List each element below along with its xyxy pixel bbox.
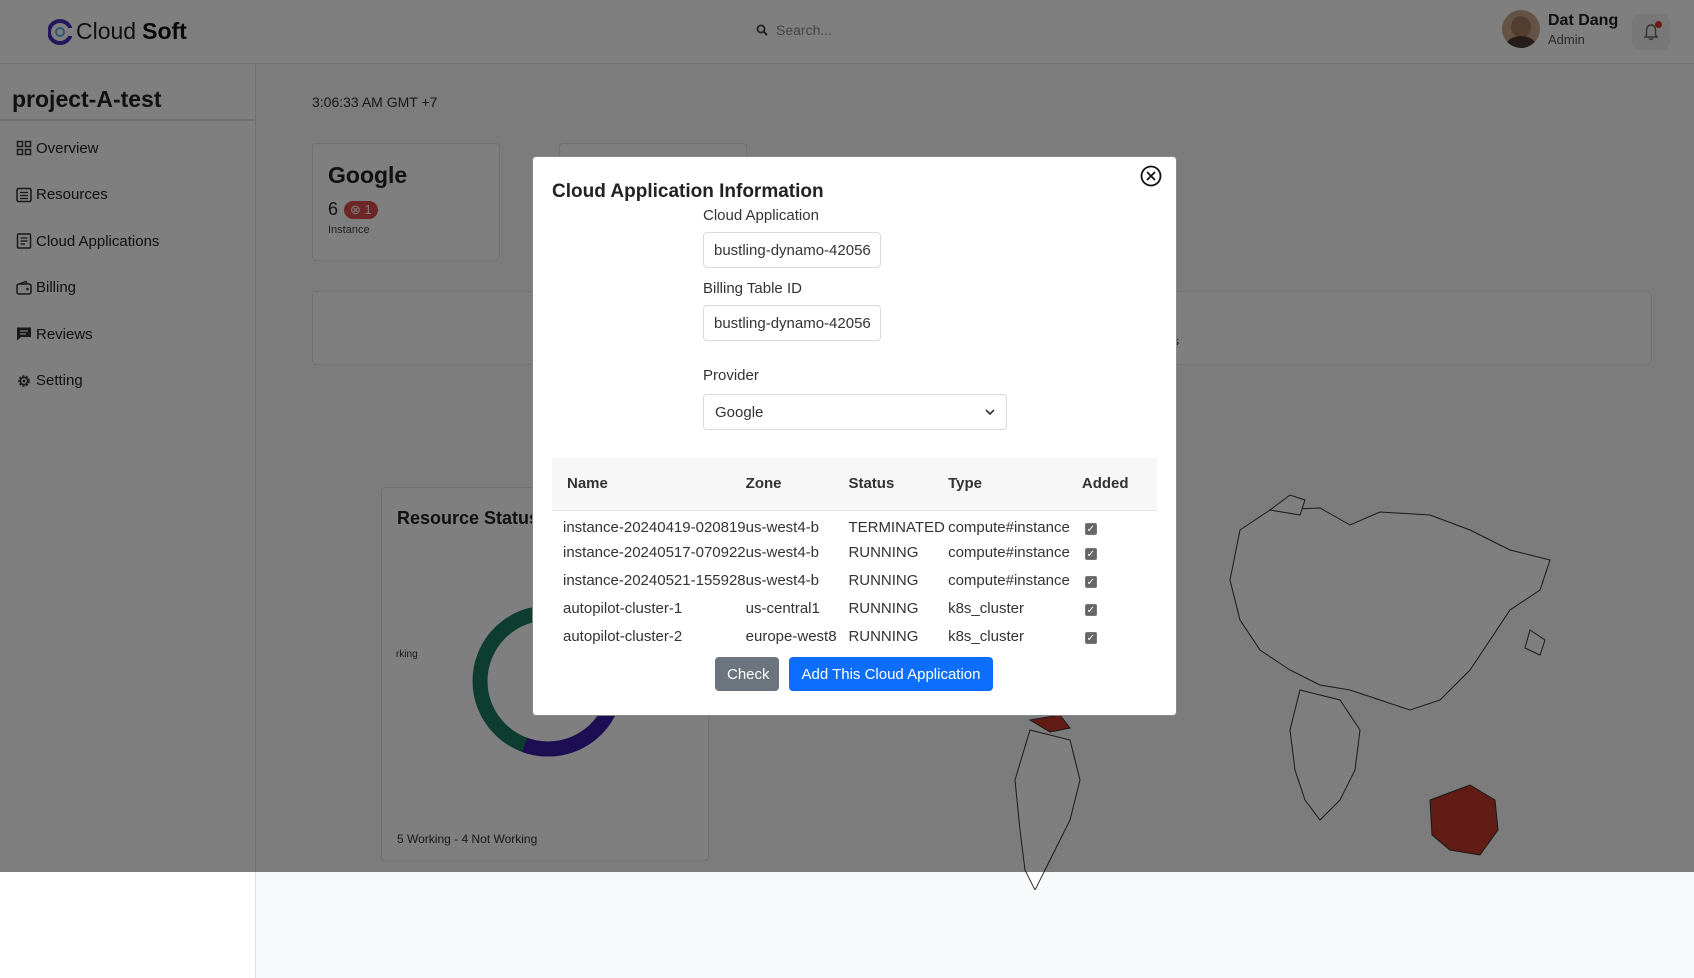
table-header-row: Name Zone Status Type Added [552,458,1157,511]
cloud-app-input[interactable] [703,232,881,268]
check-button[interactable]: Check [715,657,779,691]
col-header-added: Added [1081,458,1157,511]
cell-name: instance-20240419-020819 [563,518,746,536]
add-cloud-application-button[interactable]: Add This Cloud Application [789,657,993,691]
table-row: instance-20240517-070922 us-west4-b RUNN… [552,538,1157,566]
cell-status: RUNNING [848,543,919,561]
cell-zone: us-central1 [745,599,820,617]
added-checkbox[interactable]: ✓ [1084,575,1097,588]
cell-zone: us-west4-b [745,571,820,589]
cell-zone: us-west4-b [745,543,820,561]
billing-table-label: Billing Table ID [703,280,802,297]
cell-type: compute#instance [948,571,1070,589]
modal-title: Cloud Application Information [552,181,824,202]
cloud-application-modal: Cloud Application Information Cloud Appl… [532,156,1177,716]
table-row: instance-20240521-155928 us-west4-b RUNN… [552,566,1157,594]
cell-status: TERMINATED [848,518,945,536]
added-checkbox[interactable]: ✓ [1084,522,1097,535]
provider-label: Provider [703,367,759,384]
cell-name: autopilot-cluster-1 [563,599,683,617]
cell-status: RUNNING [848,571,919,589]
cloud-app-label: Cloud Application [703,207,819,224]
instances-table: Name Zone Status Type Added instance-202… [552,458,1157,650]
cell-zone: europe-west8 [745,627,837,645]
cell-name: autopilot-cluster-2 [563,627,683,645]
cell-type: k8s_cluster [948,627,1024,645]
col-header-status: Status [848,458,949,511]
cell-added: ✓ [1082,622,1157,650]
table-row: autopilot-cluster-1 us-central1 RUNNING … [552,594,1157,622]
close-icon [1140,165,1162,187]
cell-added: ✓ [1082,594,1157,622]
cell-added: ✓ [1082,566,1157,594]
billing-table-input[interactable] [703,305,881,341]
cell-name: instance-20240521-155928 [563,571,746,589]
added-checkbox[interactable]: ✓ [1084,603,1097,616]
cell-type: compute#instance [948,543,1070,561]
cell-zone: us-west4-b [745,518,820,536]
chevron-down-icon [985,409,995,416]
added-checkbox[interactable]: ✓ [1084,631,1097,644]
table-row: autopilot-cluster-2 europe-west8 RUNNING… [552,622,1157,650]
provider-selected-value: Google [715,403,764,421]
cell-added: ✓ [1082,538,1157,566]
modal-actions: Check Add This Cloud Application [715,657,993,691]
table-row: instance-20240419-020819 us-west4-b TERM… [552,510,1157,538]
cell-status: RUNNING [848,627,919,645]
cell-status: RUNNING [848,599,919,617]
provider-select[interactable]: Google [703,394,1007,430]
col-header-type: Type [948,458,1082,511]
close-button[interactable] [1139,164,1163,188]
cloud-app-form: Cloud Application Billing Table ID Provi… [703,207,1007,430]
col-header-zone: Zone [745,458,849,511]
cell-added: ✓ [1082,510,1157,538]
cell-type: k8s_cluster [948,599,1024,617]
cell-name: instance-20240517-070922 [563,543,746,561]
col-header-name: Name [552,458,746,511]
added-checkbox[interactable]: ✓ [1084,547,1097,560]
cell-type: compute#instance [948,518,1070,536]
